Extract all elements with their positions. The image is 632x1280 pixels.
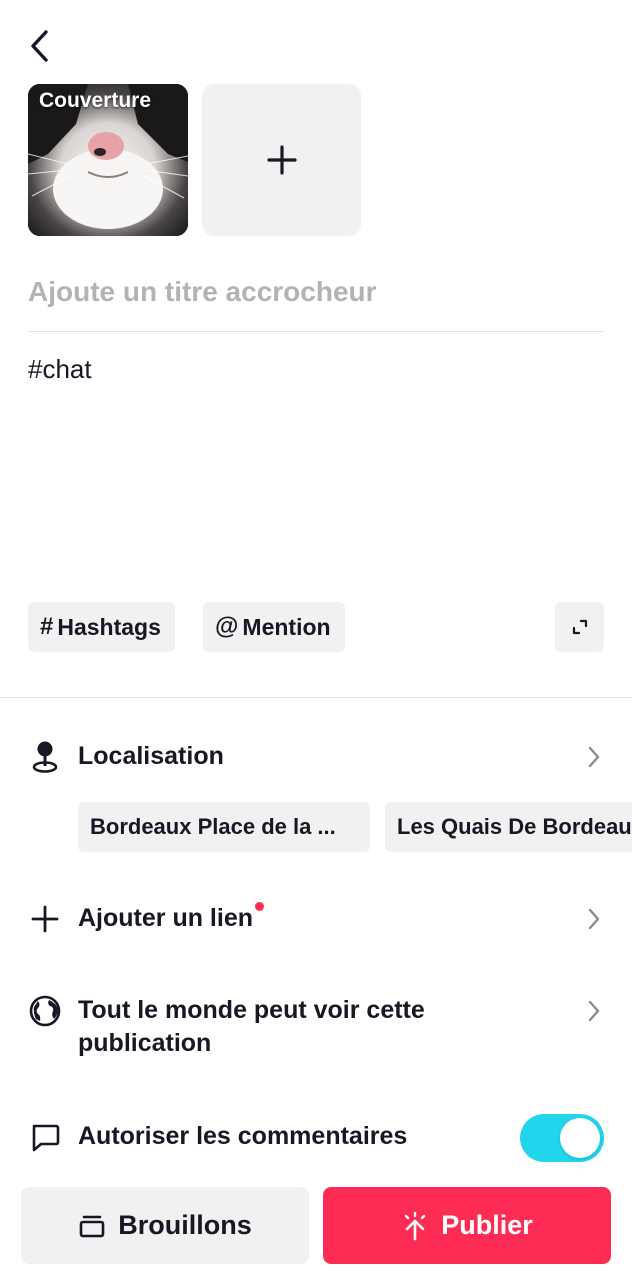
location-pin-icon <box>28 740 62 774</box>
at-icon: @ <box>215 613 239 640</box>
add-link-row[interactable]: Ajouter un lien <box>28 902 604 936</box>
cover-thumbnail[interactable]: Couverture <box>28 84 188 236</box>
publish-icon <box>405 1211 426 1240</box>
drafts-label: Brouillons <box>118 1210 252 1240</box>
globe-icon <box>28 994 62 1028</box>
chevron-right-icon <box>584 994 604 1027</box>
hashtag-icon: # <box>40 613 54 640</box>
plus-icon <box>266 145 297 175</box>
comment-icon <box>28 1120 62 1154</box>
expand-icon <box>572 619 587 635</box>
section-divider <box>0 697 632 698</box>
chevron-right-icon <box>584 740 604 773</box>
location-suggestion[interactable]: Les Quais De Bordeaux <box>385 802 632 852</box>
back-button[interactable] <box>28 26 68 66</box>
add-media-button[interactable] <box>202 84 361 236</box>
drafts-button[interactable]: Brouillons <box>21 1187 309 1264</box>
expand-button[interactable] <box>555 602 604 652</box>
location-row[interactable]: Localisation <box>28 740 604 774</box>
drafts-icon <box>79 1215 105 1237</box>
title-input[interactable] <box>28 264 604 320</box>
chevron-right-icon <box>584 902 604 935</box>
chevron-left-icon <box>31 30 48 62</box>
comments-row: Autoriser les commentaires <box>28 1120 498 1154</box>
publish-button[interactable]: Publier <box>323 1187 611 1264</box>
privacy-label: Tout le monde peut voir cette publicatio… <box>78 996 425 1057</box>
location-label: Localisation <box>78 742 224 770</box>
hashtags-button[interactable]: # Hashtags <box>28 602 175 652</box>
hashtags-label: Hashtags <box>57 613 161 640</box>
location-suggestion[interactable]: Bordeaux Place de la ... <box>78 802 370 852</box>
description-text[interactable]: #chat <box>28 354 92 385</box>
mention-label: Mention <box>242 613 331 640</box>
mention-button[interactable]: @ Mention <box>203 602 345 652</box>
comments-label: Autoriser les commentaires <box>78 1122 408 1150</box>
toggle-knob <box>560 1118 600 1158</box>
new-badge <box>255 902 264 911</box>
privacy-row[interactable]: Tout le monde peut voir cette publicatio… <box>28 994 604 1060</box>
title-divider <box>28 331 604 332</box>
cover-label: Couverture <box>39 89 152 112</box>
comments-toggle[interactable] <box>520 1114 604 1162</box>
add-link-label: Ajouter un lien <box>78 904 253 932</box>
plus-icon <box>28 902 62 936</box>
publish-label: Publier <box>441 1210 533 1240</box>
